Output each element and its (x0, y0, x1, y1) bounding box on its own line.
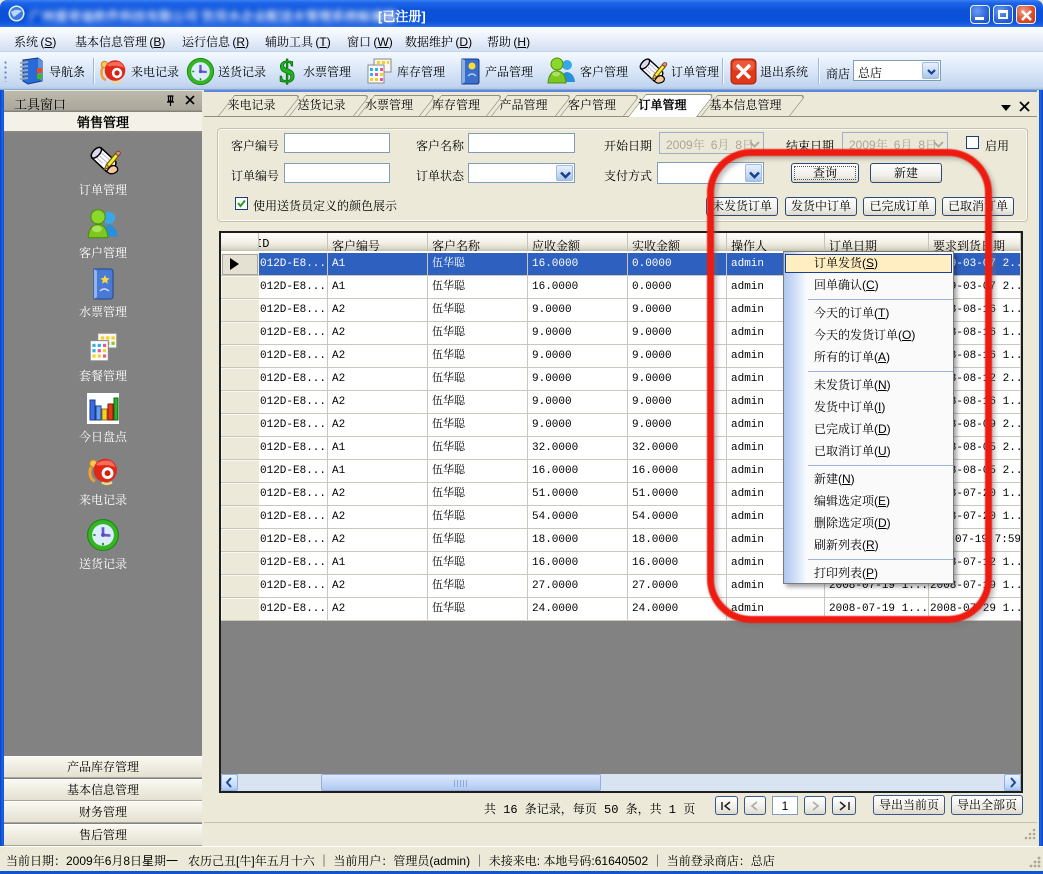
svg-text:$: $ (279, 56, 295, 86)
